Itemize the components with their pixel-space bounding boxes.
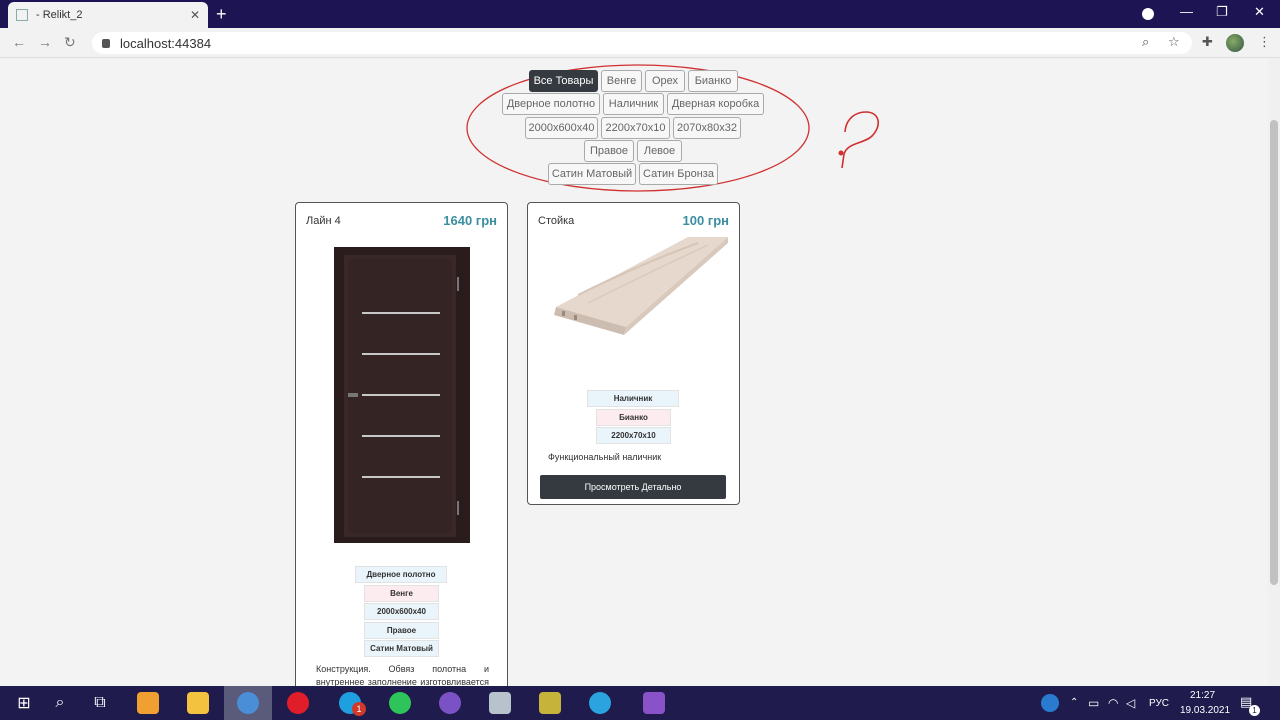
filter-door-frame[interactable]: Дверная коробка: [667, 93, 764, 115]
telegram-icon[interactable]: [576, 686, 624, 720]
address-bar[interactable]: localhost:44384: [92, 32, 1192, 54]
product-tag: Правое: [364, 622, 439, 639]
tray-device-icon[interactable]: ▭: [1088, 696, 1099, 710]
view-details-button[interactable]: Просмотреть Детально: [540, 475, 726, 499]
product-description: Конструкция. Обвяз полотна и внутреннее …: [316, 664, 489, 686]
product-description: Функциональный наличник: [548, 452, 662, 462]
product-price: 1640 грн: [443, 213, 497, 228]
reload-icon[interactable]: ↻: [64, 34, 76, 51]
whatsapp-icon[interactable]: [376, 686, 424, 720]
notification-count-badge: 1: [1249, 705, 1260, 716]
browser-tab-strip: - Relikt_2 ✕ + — ❐ ✕: [0, 0, 1280, 28]
product-tag: Дверное полотно: [355, 566, 447, 583]
filter-size-2000x600x40[interactable]: 2000x600x40: [525, 117, 598, 139]
profile-menu-icon[interactable]: [1142, 8, 1154, 20]
tab-title: - Relikt_2: [36, 9, 83, 21]
product-tag: Сатин Матовый: [364, 640, 439, 657]
new-tab-button[interactable]: +: [216, 4, 227, 25]
language-indicator[interactable]: РУС: [1149, 698, 1169, 709]
skype-icon[interactable]: 1: [326, 686, 374, 720]
casing-plank-image: [554, 237, 728, 335]
product-name: Стойка: [538, 215, 575, 227]
door-image: [334, 247, 470, 543]
close-window-button[interactable]: ✕: [1254, 4, 1265, 20]
skype-badge: 1: [352, 702, 366, 716]
page-content: Все Товары Венге Орех Бианко Дверное пол…: [0, 58, 1268, 686]
product-card: Лайн 4 1640 грн Дверное полотно Венге 20…: [295, 202, 508, 686]
product-tag: 2000x600x40: [364, 603, 439, 620]
app-window-icon[interactable]: [476, 686, 524, 720]
filter-size-2200x70x10[interactable]: 2200x70x10: [601, 117, 670, 139]
visual-tool-icon[interactable]: [526, 686, 574, 720]
clock-time[interactable]: 21:27: [1190, 690, 1215, 701]
product-card: Стойка 100 грн Наличник Бианко 2200x70x1…: [527, 202, 740, 505]
back-arrow-icon[interactable]: ←: [12, 34, 26, 50]
filter-casing[interactable]: Наличник: [603, 93, 664, 115]
filter-all-products[interactable]: Все Товары: [529, 70, 598, 92]
bookmark-star-icon[interactable]: ☆: [1168, 34, 1180, 50]
opera-icon[interactable]: [274, 686, 322, 720]
product-tag: Бианко: [596, 409, 671, 426]
page-scrollbar[interactable]: [1268, 58, 1280, 686]
product-tag: 2200x70x10: [596, 427, 671, 444]
filter-left[interactable]: Левое: [637, 140, 682, 162]
volume-icon[interactable]: ◁: [1126, 696, 1135, 710]
filter-satin-bronze[interactable]: Сатин Бронза: [639, 163, 718, 185]
browser-tab[interactable]: - Relikt_2 ✕: [8, 2, 208, 28]
filter-walnut[interactable]: Орех: [645, 70, 685, 92]
clock-date[interactable]: 19.03.2021: [1180, 705, 1230, 716]
filter-satin-matte[interactable]: Сатин Матовый: [548, 163, 636, 185]
tab-close-icon[interactable]: ✕: [190, 8, 200, 22]
chrome-icon[interactable]: [224, 686, 272, 720]
minimize-button[interactable]: —: [1180, 4, 1193, 19]
sublime-text-icon[interactable]: [124, 686, 172, 720]
filter-size-2070x80x32[interactable]: 2070x80x32: [673, 117, 741, 139]
filter-wenge[interactable]: Венге: [601, 70, 642, 92]
scrollbar-thumb[interactable]: [1270, 120, 1278, 585]
browser-menu-icon[interactable]: ⋮: [1258, 34, 1271, 50]
maximize-button[interactable]: ❐: [1216, 4, 1228, 20]
viber-icon[interactable]: [426, 686, 474, 720]
filter-bianco[interactable]: Бианко: [688, 70, 738, 92]
file-explorer-icon[interactable]: [174, 686, 222, 720]
zoom-icon[interactable]: ⌕: [1142, 34, 1149, 50]
forward-arrow-icon[interactable]: →: [38, 34, 52, 50]
wifi-icon[interactable]: ◠: [1108, 696, 1118, 710]
filter-right[interactable]: Правое: [584, 140, 634, 162]
filter-door-leaf[interactable]: Дверное полотно: [502, 93, 600, 115]
product-price: 100 грн: [682, 213, 729, 228]
question-mark-stroke: [841, 111, 879, 169]
lock-icon: [102, 38, 110, 48]
help-icon[interactable]: [1026, 686, 1074, 720]
user-avatar[interactable]: [1226, 34, 1244, 52]
windows-taskbar: ⊞ ⌕ ⧉ 1 ⌃ ▭ ◠ ◁ РУС 21:27 19.03.2021 ▤ 1: [0, 686, 1280, 720]
browser-toolbar: ← → ↻ localhost:44384 ⌕ ☆ ✚ ⋮: [0, 28, 1280, 58]
tray-chevron-icon[interactable]: ⌃: [1070, 697, 1078, 708]
task-view-icon[interactable]: ⧉: [76, 686, 124, 720]
product-tag: Наличник: [587, 390, 679, 407]
product-name: Лайн 4: [306, 215, 341, 227]
extensions-icon[interactable]: ✚: [1202, 34, 1213, 50]
visual-studio-icon[interactable]: [630, 686, 678, 720]
product-tag: Венге: [364, 585, 439, 602]
page-favicon-icon: [16, 9, 28, 21]
url-text: localhost:44384: [120, 35, 212, 51]
